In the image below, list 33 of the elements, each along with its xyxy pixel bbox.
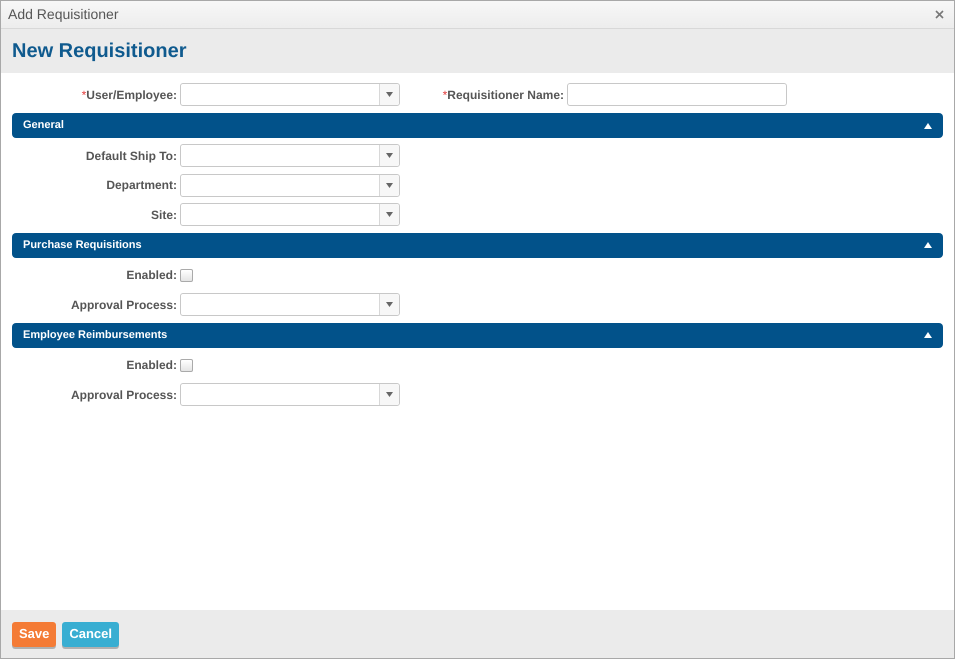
- caret-icon: [386, 392, 393, 397]
- field-label: Approval Process:: [70, 386, 177, 404]
- dropdown-field[interactable]: [180, 144, 400, 167]
- dropdown-field[interactable]: [180, 203, 400, 226]
- close-icon[interactable]: [935, 10, 944, 19]
- collapse-icon: [924, 242, 932, 248]
- dropdown-field[interactable]: [180, 293, 400, 316]
- section-header[interactable]: Purchase Requisitions: [12, 232, 943, 258]
- caret-icon: [386, 302, 393, 307]
- input-field[interactable]: [567, 83, 787, 106]
- field-label: *Requisitioner Name:: [442, 86, 564, 104]
- field-label: Department:: [106, 177, 177, 194]
- dropdown-field[interactable]: [180, 83, 400, 106]
- caret-icon: [386, 92, 393, 97]
- caret-icon: [386, 212, 393, 217]
- caret-icon: [386, 153, 393, 158]
- field-label: Enabled:: [126, 267, 177, 284]
- checkbox[interactable]: [180, 268, 193, 282]
- field-label: *User/Employee:: [82, 86, 177, 104]
- section-header[interactable]: General: [12, 113, 943, 138]
- dropdown-field[interactable]: [180, 174, 400, 196]
- checkbox[interactable]: [180, 358, 193, 372]
- collapse-icon: [924, 332, 932, 338]
- collapse-icon: [924, 122, 932, 128]
- field-label: Enabled:: [126, 357, 177, 374]
- window-title: Add Requisitioner: [8, 5, 119, 24]
- page-title: New Requisitioner: [12, 39, 186, 64]
- section-header[interactable]: Employee Reimbursements: [12, 322, 943, 348]
- caret-icon: [386, 182, 393, 188]
- dropdown-field[interactable]: [180, 383, 400, 406]
- field-label: Site:: [150, 206, 177, 224]
- field-label: Approval Process:: [70, 296, 177, 314]
- field-label: Default Ship To:: [86, 148, 177, 164]
